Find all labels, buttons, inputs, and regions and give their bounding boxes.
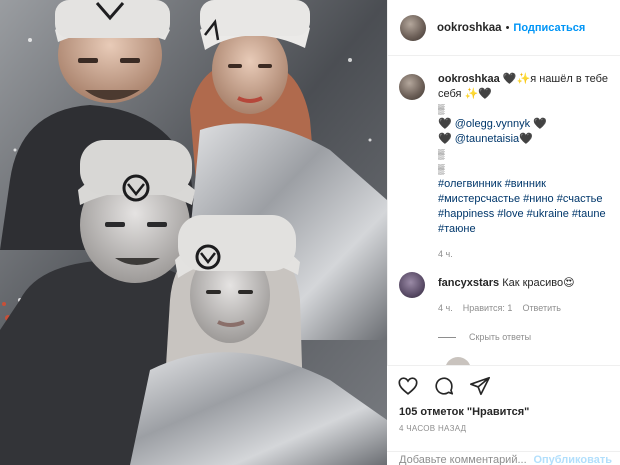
caption-symbol-2: ▒ <box>438 149 444 159</box>
action-icons <box>387 366 620 402</box>
post-caption: ookroshkaa 🖤✨я нашёл в тебе себя ✨🖤 ▒ 🖤 … <box>399 72 617 262</box>
reply-button[interactable]: Ответить <box>522 301 560 316</box>
hide-replies-label: Скрыть ответы <box>469 332 532 342</box>
follow-button[interactable]: Подписаться <box>513 22 585 34</box>
comment-meta: 4 ч. Нравится: 1 Ответить <box>438 301 617 316</box>
caption-hashtags[interactable]: #олегвинник #винник #мистерсчастье #нино… <box>438 178 606 235</box>
replies-line <box>438 336 456 338</box>
add-comment-input[interactable]: Добавьте комментарий... <box>399 454 527 465</box>
publish-button[interactable]: Опубликовать <box>533 454 612 465</box>
post-header: ookroshkaa • Подписаться <box>388 0 620 56</box>
instagram-post-view: ookroshkaa • Подписаться ookroshkaa 🖤✨я … <box>0 0 620 465</box>
mention-taunetaisia[interactable]: @taunetaisia <box>455 133 519 145</box>
comment-icon[interactable] <box>433 375 455 397</box>
comment-likes[interactable]: Нравится: 1 <box>463 301 513 316</box>
heart-icon: 🖤 <box>438 118 452 130</box>
caption-body: ookroshkaa 🖤✨я нашёл в тебе себя ✨🖤 ▒ 🖤 … <box>438 72 617 262</box>
caption-symbol-3: ▒ <box>438 164 444 174</box>
caption-avatar[interactable] <box>399 74 425 100</box>
caption-symbol-1: ▒ <box>438 104 444 114</box>
heart-icon: 🖤 <box>519 133 533 145</box>
post-photo[interactable] <box>0 0 387 465</box>
caption-username[interactable]: ookroshkaa <box>438 73 500 85</box>
comment-item: fancyxstars Как красиво😍 4 ч. Нравится: … <box>399 272 617 342</box>
author-avatar[interactable] <box>400 14 426 41</box>
partial-avatar <box>445 357 471 365</box>
share-icon[interactable] <box>469 375 491 397</box>
caption-time: 4 ч. <box>438 249 453 259</box>
comment-text: Как красиво😍 <box>502 277 575 289</box>
heart-icon: 🖤 <box>533 118 547 130</box>
author-username[interactable]: ookroshkaa <box>437 22 502 34</box>
commenter-avatar[interactable] <box>399 272 425 298</box>
posted-time: 4 ЧАСОВ НАЗАД <box>399 424 467 433</box>
post-actions: 105 отметок "Нравится" 4 ЧАСОВ НАЗАД Доб… <box>387 365 620 465</box>
comment-body: fancyxstars Как красиво😍 4 ч. Нравится: … <box>438 276 617 316</box>
likes-count[interactable]: 105 отметок "Нравится" <box>387 406 620 418</box>
mention-olegg[interactable]: @olegg.vynnyk <box>455 118 530 130</box>
separator-dot: • <box>505 21 510 34</box>
comment-time: 4 ч. <box>438 303 453 313</box>
commenter-username[interactable]: fancyxstars <box>438 277 499 289</box>
heart-like-icon[interactable] <box>397 375 419 397</box>
hide-replies-button[interactable]: Скрыть ответы <box>399 332 617 342</box>
heart-icon: 🖤 <box>438 133 452 145</box>
add-comment-bar: Добавьте комментарий... Опубликовать <box>387 451 620 465</box>
photo-illustration <box>0 0 387 465</box>
